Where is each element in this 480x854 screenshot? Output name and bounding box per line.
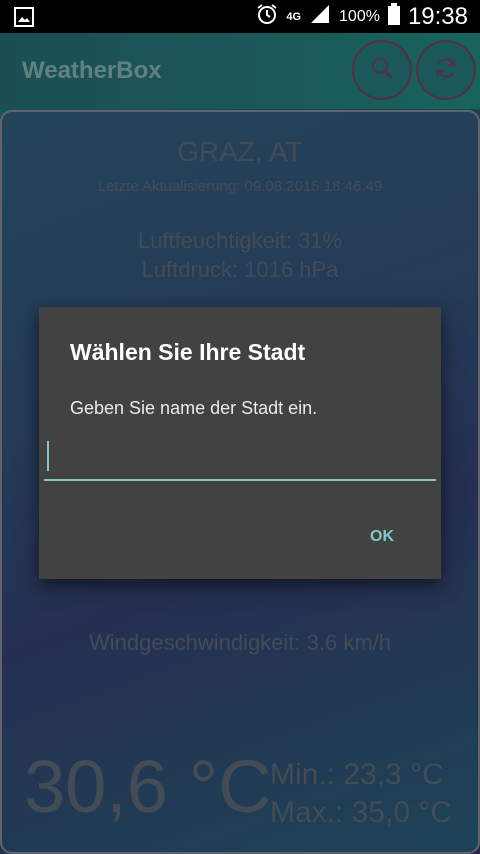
ok-button[interactable]: OK [370, 528, 394, 546]
text-cursor [47, 441, 49, 471]
signal-icon [309, 4, 331, 29]
network-type: 4G [286, 10, 302, 23]
city-dialog: Wählen Sie Ihre Stadt Geben Sie name der… [39, 307, 441, 579]
clock: 19:38 [407, 2, 468, 30]
dialog-title: Wählen Sie Ihre Stadt [70, 339, 306, 365]
alarm-icon [256, 3, 278, 30]
city-input[interactable] [44, 433, 436, 481]
dialog-message: Geben Sie name der Stadt ein. [70, 398, 318, 418]
status-bar: 4G 100% 19:38 [0, 0, 480, 33]
battery-percent: 100% [339, 7, 380, 25]
image-icon [14, 7, 34, 32]
battery-icon [387, 3, 400, 30]
